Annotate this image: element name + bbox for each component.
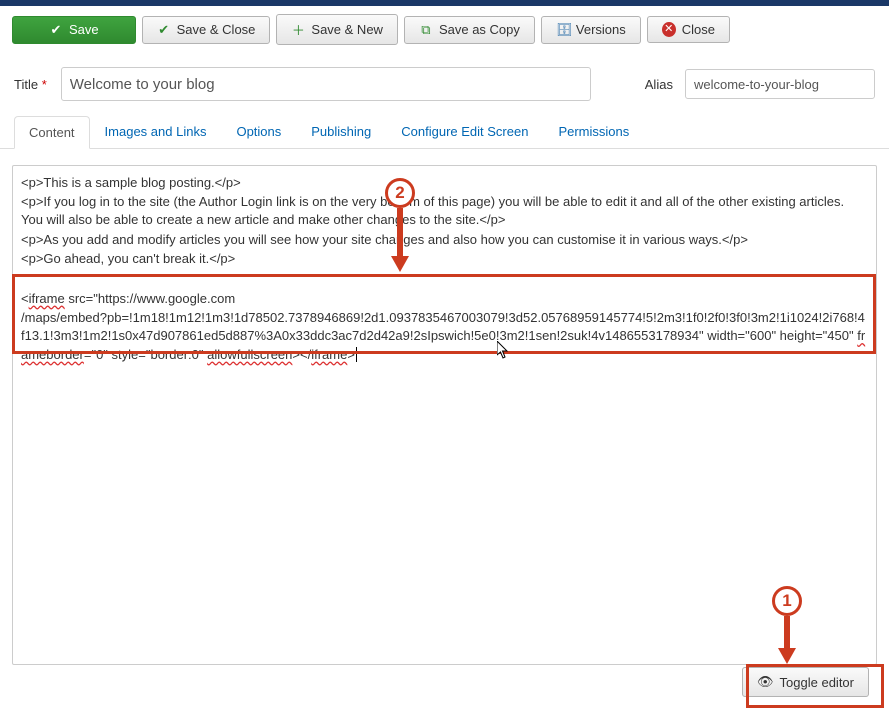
action-toolbar: ✔ Save ✔ Save & Close ＋ Save & New ⧉ Sav… (0, 6, 889, 49)
save-close-button[interactable]: ✔ Save & Close (142, 16, 271, 44)
save-button-label: Save (69, 22, 99, 37)
close-icon: ✕ (662, 22, 676, 37)
tab-bar: Content Images and Links Options Publish… (0, 115, 889, 149)
close-label: Close (682, 22, 715, 37)
required-star-icon: * (42, 77, 47, 92)
editor-content[interactable]: <p>This is a sample blog posting.</p> <p… (21, 174, 868, 364)
editor-line: <p>As you add and modify articles you wi… (21, 231, 868, 249)
title-row: Title * Alias (0, 49, 889, 115)
save-copy-button[interactable]: ⧉ Save as Copy (404, 16, 535, 44)
check-icon: ✔ (157, 22, 171, 38)
tab-permissions[interactable]: Permissions (543, 115, 644, 148)
editor-line: <p>If you log in to the site (the Author… (21, 193, 868, 229)
annotation-circle-2: 2 (385, 178, 415, 208)
tab-images-links[interactable]: Images and Links (90, 115, 222, 148)
tab-configure-edit[interactable]: Configure Edit Screen (386, 115, 543, 148)
save-new-label: Save & New (311, 22, 383, 37)
save-close-label: Save & Close (177, 22, 256, 37)
spellcheck-underline: iframe (311, 347, 347, 362)
tab-publishing[interactable]: Publishing (296, 115, 386, 148)
save-copy-label: Save as Copy (439, 22, 520, 37)
versions-label: Versions (576, 22, 626, 37)
plus-icon: ＋ (291, 20, 305, 39)
annotation-circle-1: 1 (772, 586, 802, 616)
toggle-editor-label: Toggle editor (780, 675, 854, 690)
alias-input[interactable] (685, 69, 875, 99)
tab-content[interactable]: Content (14, 116, 90, 149)
title-label: Title * (14, 77, 47, 92)
source-editor[interactable]: <p>This is a sample blog posting.</p> <p… (12, 165, 877, 665)
archive-icon: 🗄 (556, 22, 570, 38)
text-caret (356, 347, 357, 362)
editor-line: <p>This is a sample blog posting.</p> (21, 174, 868, 192)
title-input[interactable] (61, 67, 591, 101)
toggle-editor-button[interactable]: 👁 Toggle editor (742, 667, 869, 697)
editor-container: <p>This is a sample blog posting.</p> <p… (0, 149, 889, 669)
annotation-arrowhead-2 (391, 256, 409, 272)
annotation-arrow-2 (397, 208, 403, 258)
versions-button[interactable]: 🗄 Versions (541, 16, 641, 44)
editor-line: /maps/embed?pb=!1m18!1m12!1m3!1d78502.73… (21, 309, 868, 364)
close-button[interactable]: ✕ Close (647, 16, 730, 43)
copy-icon: ⧉ (419, 22, 433, 38)
tab-options[interactable]: Options (221, 115, 296, 148)
check-icon: ✔ (49, 22, 63, 38)
annotation-arrow-1 (784, 616, 790, 650)
alias-label: Alias (645, 77, 673, 92)
spellcheck-underline: iframe (29, 291, 65, 306)
annotation-arrowhead-1 (778, 648, 796, 664)
editor-line: <p>Go ahead, you can't break it.</p> (21, 250, 868, 268)
save-new-button[interactable]: ＋ Save & New (276, 14, 398, 45)
spellcheck-underline: allowfullscreen (207, 347, 292, 362)
eye-icon: 👁 (757, 674, 774, 690)
editor-line: <iframe src="https://www.google.com (21, 290, 868, 308)
save-button[interactable]: ✔ Save (12, 16, 136, 44)
